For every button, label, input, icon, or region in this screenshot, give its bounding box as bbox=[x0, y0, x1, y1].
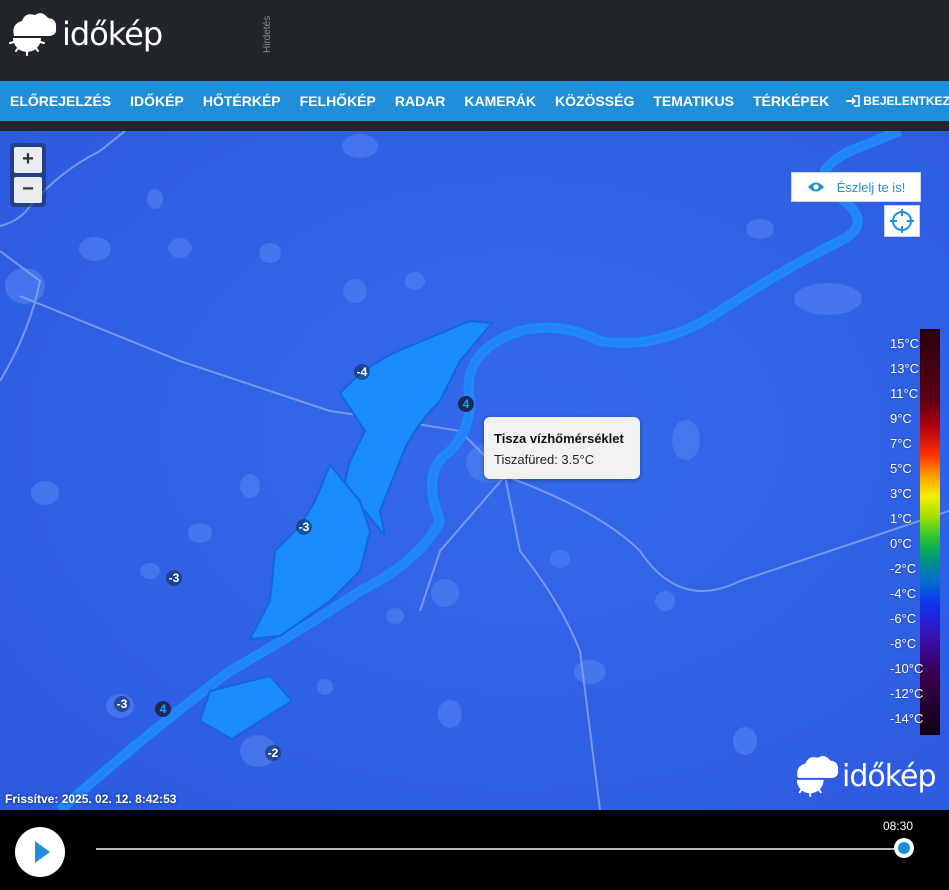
map-canvas bbox=[0, 131, 949, 810]
legend-label: -12°C bbox=[890, 686, 924, 701]
timeline-track[interactable] bbox=[96, 848, 904, 850]
zoom-in-button[interactable]: + bbox=[14, 147, 42, 173]
legend-label: 0°C bbox=[890, 536, 912, 551]
idokep-watermark: időkép bbox=[792, 753, 937, 799]
updated-timestamp: Frissítve: 2025. 02. 12. 8:42:53 bbox=[5, 792, 177, 806]
nav-item-felhokep[interactable]: FELHŐKÉP bbox=[290, 93, 385, 109]
sun-cloud-icon bbox=[796, 755, 839, 798]
crosshair-icon bbox=[890, 209, 914, 233]
legend-label: 5°C bbox=[890, 461, 912, 476]
play-button[interactable] bbox=[15, 827, 65, 877]
zoom-out-button[interactable]: − bbox=[14, 177, 42, 203]
logo-text: időkép bbox=[62, 15, 163, 53]
legend-label: 7°C bbox=[890, 436, 912, 451]
air-temp-marker[interactable]: -3 bbox=[164, 570, 184, 586]
nav-item-elorejelzes[interactable]: ELŐREJELZÉS bbox=[0, 93, 120, 109]
time-label: 08:30 bbox=[883, 819, 914, 833]
temperature-legend: 15°C 13°C 11°C 9°C 7°C 5°C 3°C 1°C 0°C -… bbox=[860, 329, 949, 735]
legend-label: -4°C bbox=[890, 586, 917, 601]
legend-label: -10°C bbox=[890, 661, 924, 676]
water-temp-marker[interactable]: 4 bbox=[153, 701, 173, 717]
air-temp-marker[interactable]: -4 bbox=[352, 364, 372, 380]
legend-label: 3°C bbox=[890, 486, 912, 501]
timeline-thumb[interactable] bbox=[894, 838, 914, 858]
login-link[interactable]: BEJELENTKEZÉS bbox=[838, 94, 949, 108]
legend-label: 13°C bbox=[890, 361, 920, 376]
observe-label: Észlelj te is! bbox=[836, 179, 906, 195]
top-header: időkép Hirdetés bbox=[0, 0, 949, 81]
nav-shadow-strip bbox=[0, 121, 949, 131]
nav-item-hoterkep[interactable]: HŐTÉRKÉP bbox=[193, 93, 290, 109]
legend-label: 11°C bbox=[890, 386, 919, 401]
legend-label: 1°C bbox=[890, 511, 912, 526]
legend-label: 15°C bbox=[890, 336, 920, 351]
water-temp-marker[interactable]: 4 bbox=[456, 396, 476, 412]
nav-item-terkepek[interactable]: TÉRKÉPEK bbox=[743, 93, 838, 109]
zoom-control: + − bbox=[10, 143, 46, 207]
legend-label: -6°C bbox=[890, 611, 917, 626]
idokep-logo[interactable]: időkép bbox=[8, 10, 163, 58]
legend-label: -14°C bbox=[890, 711, 924, 726]
animation-player: 08:30 bbox=[0, 810, 949, 890]
legend-label: -2°C bbox=[890, 561, 917, 576]
nav-item-kozosseg[interactable]: KÖZÖSSÉG bbox=[545, 93, 643, 109]
air-temp-marker[interactable]: -3 bbox=[112, 696, 132, 712]
legend-label: -8°C bbox=[890, 636, 917, 651]
nav-item-idokep[interactable]: IDŐKÉP bbox=[120, 93, 193, 109]
air-temp-marker[interactable]: -3 bbox=[294, 519, 314, 535]
nav-item-radar[interactable]: RADAR bbox=[385, 93, 455, 109]
water-temp-tooltip: Tisza vízhőmérséklet Tiszafüred: 3.5°C bbox=[484, 417, 640, 479]
locate-button[interactable] bbox=[884, 205, 920, 237]
watermark-text: időkép bbox=[842, 758, 937, 794]
main-navigation: ELŐREJELZÉS IDŐKÉP HŐTÉRKÉP FELHŐKÉP RAD… bbox=[0, 81, 949, 121]
ad-label: Hirdetés bbox=[262, 15, 273, 53]
login-label: BEJELENTKEZÉS bbox=[863, 94, 949, 108]
timeline-thumb-inner bbox=[898, 842, 910, 854]
play-icon bbox=[35, 841, 50, 863]
observe-button[interactable]: Észlelj te is! bbox=[791, 172, 921, 202]
nav-item-kamerak[interactable]: KAMERÁK bbox=[454, 93, 545, 109]
map-view[interactable]: + − Észlelj te is! -4 -3 -3 -3 -2 4 4 Ti… bbox=[0, 131, 949, 810]
tooltip-body: Tiszafüred: 3.5°C bbox=[494, 452, 595, 467]
eye-icon bbox=[807, 182, 824, 192]
tooltip-title: Tisza vízhőmérséklet bbox=[494, 431, 624, 446]
sun-cloud-icon bbox=[9, 13, 57, 56]
air-temp-marker[interactable]: -2 bbox=[263, 745, 283, 761]
nav-item-tematikus[interactable]: TEMATIKUS bbox=[643, 93, 743, 109]
login-icon bbox=[846, 95, 861, 107]
legend-label: 9°C bbox=[890, 411, 912, 426]
